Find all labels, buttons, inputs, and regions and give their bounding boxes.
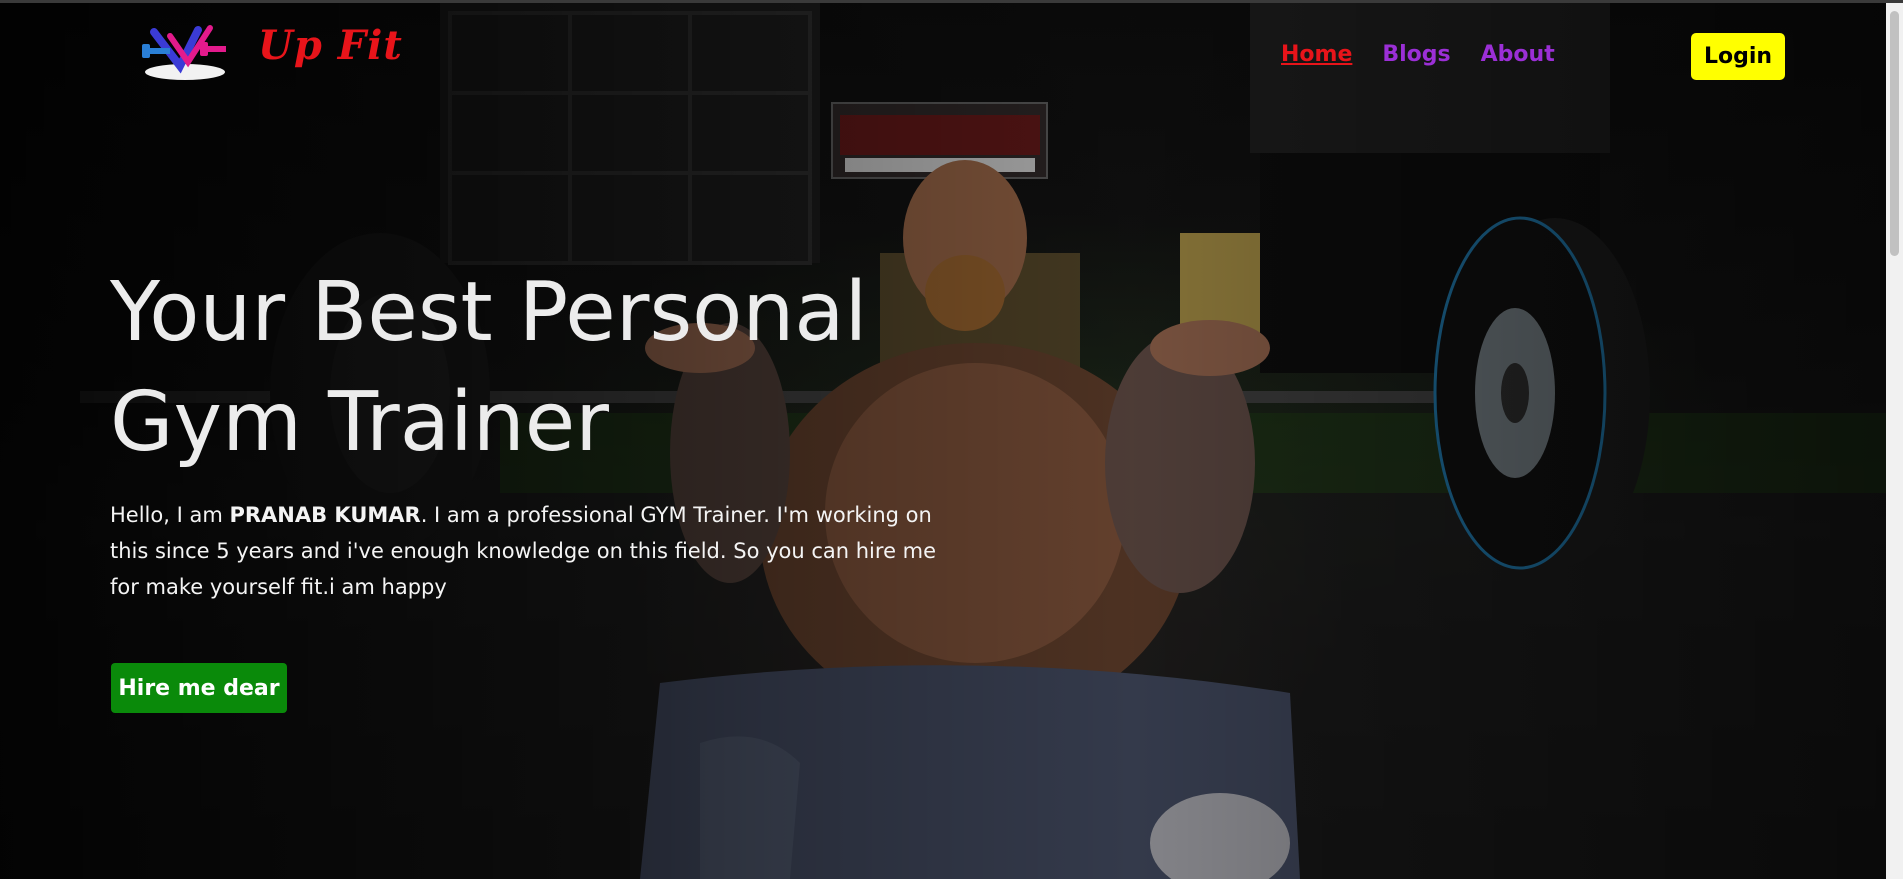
brand-name[interactable]: Up Fit bbox=[258, 22, 403, 69]
nav-link-about[interactable]: About bbox=[1481, 42, 1555, 67]
hire-me-button[interactable]: Hire me dear bbox=[111, 663, 287, 713]
login-button[interactable]: Login bbox=[1691, 33, 1785, 80]
hero-title-line-1: Your Best Personal bbox=[110, 265, 868, 360]
trainer-name: PRANAB KUMAR bbox=[229, 503, 421, 527]
hero-title-line-2: Gym Trainer bbox=[110, 375, 609, 470]
hero-title: Your Best Personal Gym Trainer bbox=[110, 258, 1010, 478]
dumbbell-v-logo-icon[interactable] bbox=[140, 22, 230, 84]
nav-link-blogs[interactable]: Blogs bbox=[1382, 42, 1450, 67]
nav-link-home[interactable]: Home bbox=[1281, 42, 1352, 67]
hero-desc-prefix: Hello, I am bbox=[110, 503, 230, 527]
hero-description: Hello, I am PRANAB KUMAR. I am a profess… bbox=[110, 497, 950, 605]
vertical-scrollbar[interactable] bbox=[1886, 3, 1903, 879]
main-nav: Home Blogs About bbox=[1281, 42, 1555, 67]
page: Up Fit Home Blogs About Login Your Best … bbox=[0, 0, 1903, 879]
scrollbar-thumb[interactable] bbox=[1890, 11, 1899, 256]
